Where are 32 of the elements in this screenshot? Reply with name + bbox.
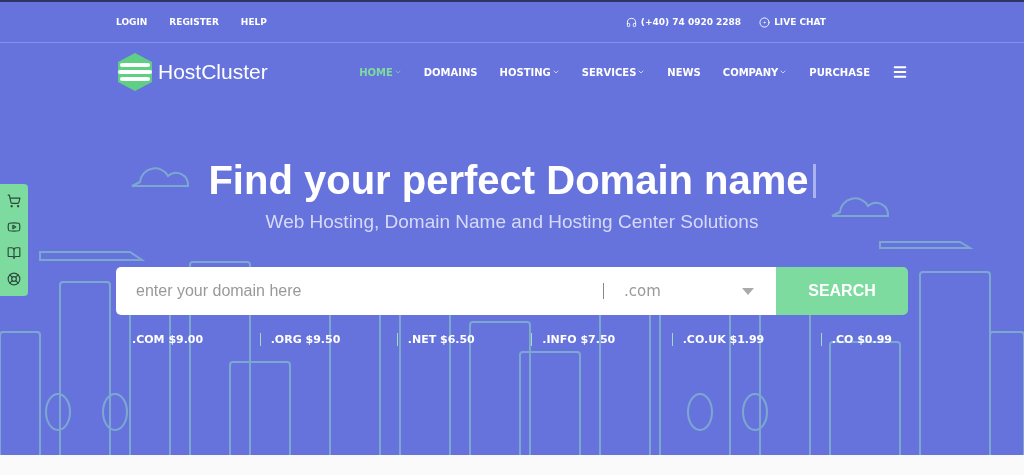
domain-price: .NET $6.50	[396, 333, 485, 346]
target-icon	[759, 16, 771, 28]
nav-item[interactable]: HOSTING	[499, 66, 560, 78]
menu-icon[interactable]	[892, 64, 908, 80]
domain-price: .CO.UK $1.99	[671, 333, 775, 346]
nav-item[interactable]: COMPANY	[722, 66, 788, 78]
video-play-icon[interactable]	[7, 220, 21, 234]
headphones-icon	[625, 16, 637, 28]
nav-item[interactable]: DOMAINS	[423, 66, 478, 78]
domain-price: .COM $9.00	[131, 333, 205, 346]
top-link[interactable]: HELP	[240, 17, 267, 27]
hero-title: Find your perfect Domain name	[208, 158, 809, 203]
domain-price: .INFO $7.50	[531, 333, 626, 346]
hero-subtitle: Web Hosting, Domain Name and Hosting Center Solutions	[265, 211, 759, 233]
caret-icon	[742, 287, 754, 295]
nav-item[interactable]: HOME	[359, 66, 402, 78]
nav-item[interactable]: NEWS	[667, 66, 701, 78]
logo-icon	[116, 52, 154, 92]
lifebuoy-icon[interactable]	[7, 272, 21, 286]
phone-number[interactable]: (+40) 74 0920 2288	[640, 17, 742, 27]
domain-price: .ORG $9.50	[259, 333, 351, 346]
domain-search-field[interactable]: enter your domain here	[116, 267, 603, 315]
live-chat-link[interactable]: LIVE CHAT	[774, 17, 826, 27]
logo-text[interactable]: HostCluster	[158, 60, 268, 84]
top-link[interactable]: REGISTER	[169, 17, 219, 27]
nav-item[interactable]: PURCHASE	[809, 66, 870, 78]
nav-item[interactable]: SERVICES	[581, 66, 646, 78]
domain-price: .CO $0.99	[820, 333, 902, 346]
top-link[interactable]: LOGIN	[116, 17, 148, 27]
book-icon[interactable]	[7, 246, 21, 260]
cart-icon[interactable]	[7, 194, 21, 208]
text-cursor	[812, 163, 816, 198]
